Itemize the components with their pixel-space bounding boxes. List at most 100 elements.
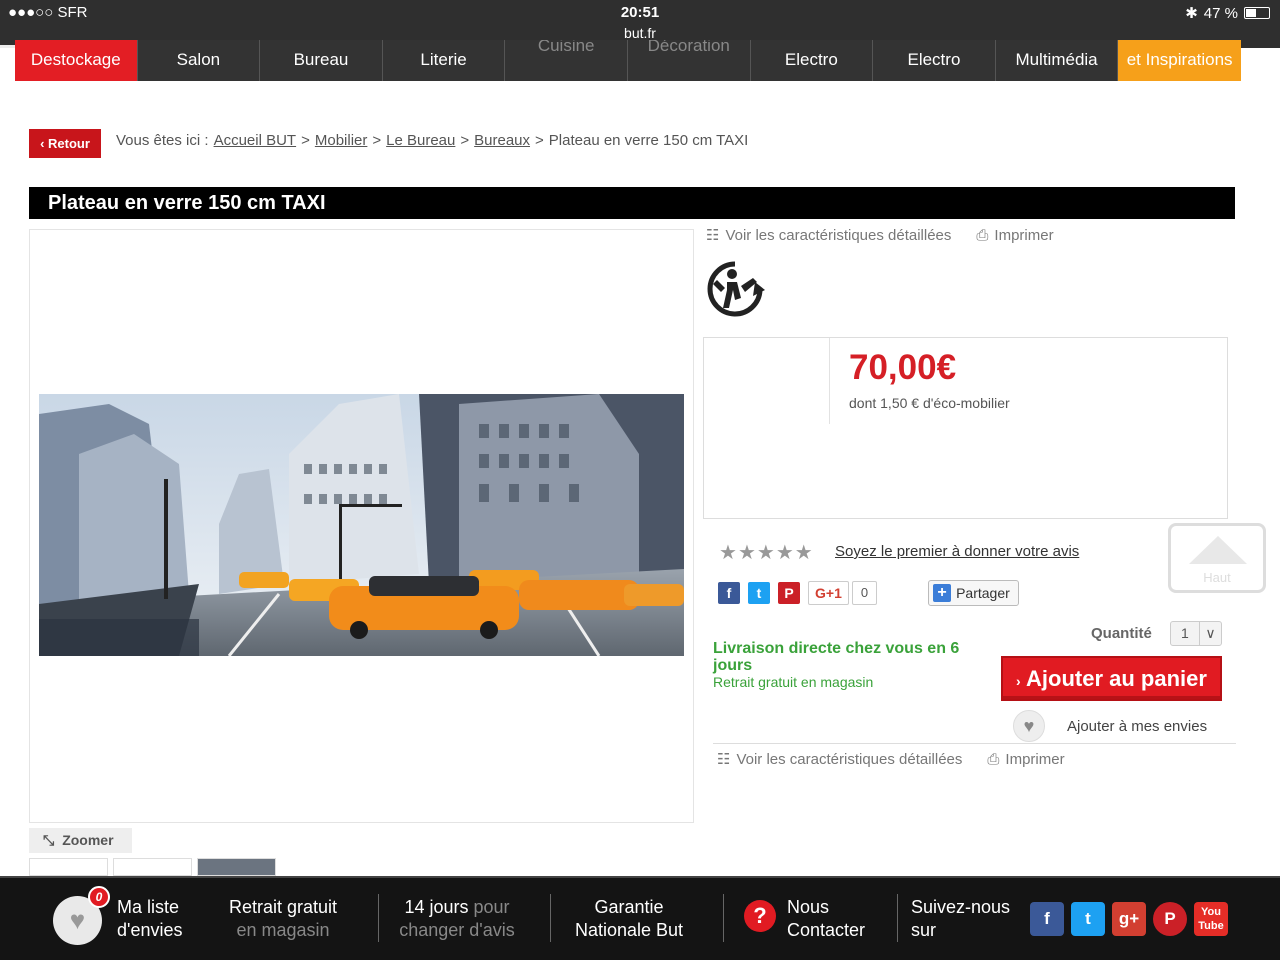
- product-price: 70,00€: [849, 348, 957, 387]
- youtube-icon[interactable]: You Tube: [1194, 902, 1228, 936]
- google-plus-count: 0: [851, 581, 878, 605]
- nav-item-electro[interactable]: Electro: [751, 40, 874, 81]
- footer-pickup[interactable]: Retrait gratuit en magasin: [222, 896, 344, 942]
- battery-indicator: ✱ 47 %: [1185, 4, 1270, 22]
- breadcrumb-separator: >: [372, 132, 382, 149]
- print-link[interactable]: ⎙ Imprimer: [987, 751, 1064, 768]
- zoom-button[interactable]: ⤡ Zoomer: [29, 828, 132, 853]
- back-button[interactable]: ‹ Retour: [29, 129, 101, 158]
- details-link[interactable]: ☷ Voir les caractéristiques détaillées: [706, 226, 952, 245]
- price-box: 70,00€ dont 1,50 € d'éco-mobilier: [703, 337, 1228, 519]
- footer-follow-line2: sur: [911, 920, 937, 940]
- write-review-link[interactable]: Soyez le premier à donner votre avis: [835, 543, 1079, 560]
- scroll-top-label: Haut: [1203, 570, 1231, 585]
- printer-icon: ⎙: [976, 226, 989, 244]
- footer-guarantee-line1: Garantie: [594, 897, 664, 917]
- footer-returns-line1: 14 jours: [404, 897, 469, 917]
- nav-item-bureau[interactable]: Bureau: [260, 40, 383, 81]
- footer-contact-line2: Contacter: [787, 920, 866, 940]
- divider: [713, 743, 1236, 744]
- heart-icon[interactable]: ♥: [1013, 710, 1045, 742]
- add-to-wishlist-link[interactable]: Ajouter à mes envies: [1067, 718, 1207, 735]
- nav-item-salon[interactable]: Salon: [138, 40, 261, 81]
- product-title: Plateau en verre 150 cm TAXI: [29, 187, 1235, 219]
- footer-divider: [723, 894, 724, 942]
- print-label: Imprimer: [994, 226, 1054, 244]
- share-label: Partager: [956, 585, 1010, 601]
- breadcrumb-separator: >: [301, 132, 310, 149]
- pinterest-icon[interactable]: P: [778, 582, 800, 604]
- footer-returns-line2: changer d'avis: [399, 920, 515, 940]
- main-nav: Destockage Salon Bureau Literie Cuisine …: [15, 40, 1241, 81]
- nav-item-multimedia[interactable]: Multimédia: [996, 40, 1119, 81]
- facebook-icon[interactable]: f: [718, 582, 740, 604]
- footer-contact-link[interactable]: Nous Contacter: [787, 896, 865, 942]
- details-link[interactable]: ☷ Voir les caractéristiques détaillées: [717, 750, 962, 769]
- zoom-label: Zoomer: [62, 832, 114, 848]
- share-button[interactable]: + Partager: [928, 580, 1019, 606]
- footer-bar: ♥ 0 Ma liste d'envies Retrait gratuit en…: [0, 876, 1280, 960]
- product-image[interactable]: [39, 394, 684, 656]
- star-icon: ★: [794, 542, 813, 564]
- nav-item-electro-2[interactable]: Electro: [873, 40, 996, 81]
- footer-wishlist-line2: d'envies: [117, 920, 183, 940]
- footer-guarantee[interactable]: Garantie Nationale But: [565, 896, 693, 942]
- arrow-up-icon: [1189, 536, 1247, 564]
- footer-follow: Suivez-nous sur: [911, 896, 1010, 942]
- nav-item-destockage[interactable]: Destockage: [15, 40, 138, 81]
- eco-fee: dont 1,50 € d'éco-mobilier: [849, 395, 1010, 411]
- thumbnail[interactable]: [197, 858, 276, 876]
- nav-item-cuisine[interactable]: Cuisine: [505, 40, 628, 81]
- footer-returns[interactable]: 14 jours pour changer d'avis: [390, 896, 524, 942]
- product-tools-top: ☷ Voir les caractéristiques détaillées ⎙…: [706, 226, 1054, 245]
- product-tools-bottom: ☷ Voir les caractéristiques détaillées ⎙…: [717, 750, 1065, 769]
- chevron-down-icon: ∨: [1199, 622, 1221, 645]
- print-label: Imprimer: [1005, 750, 1065, 768]
- footer-wishlist-line1: Ma liste: [117, 897, 180, 917]
- quantity-label: Quantité: [1091, 625, 1152, 642]
- twitter-icon[interactable]: t: [1071, 902, 1105, 936]
- thumbnail[interactable]: [29, 858, 108, 876]
- breadcrumb-link-home[interactable]: Accueil BUT: [214, 132, 297, 149]
- nav-item-decoration[interactable]: Décoration: [628, 40, 751, 81]
- quantity-select[interactable]: 1 ∨: [1170, 621, 1222, 646]
- footer-pickup-line2: en magasin: [236, 920, 330, 940]
- rating-stars: ★ ★ ★ ★ ★: [719, 540, 813, 565]
- details-label: Voir les caractéristiques détaillées: [725, 226, 952, 244]
- star-icon: ★: [756, 542, 775, 564]
- google-plus-icon[interactable]: g+: [1112, 902, 1146, 936]
- footer-wishlist-link[interactable]: Ma liste d'envies: [117, 896, 182, 942]
- star-icon: ★: [775, 542, 794, 564]
- scroll-top-button[interactable]: Haut: [1168, 523, 1266, 593]
- twitter-icon[interactable]: t: [748, 582, 770, 604]
- facebook-icon[interactable]: f: [1030, 902, 1064, 936]
- bluetooth-icon: ✱: [1185, 5, 1198, 22]
- add-to-cart-button[interactable]: › Ajouter au panier: [1001, 656, 1222, 701]
- zoom-icon: ⤡: [43, 832, 55, 848]
- battery-fill: [1246, 9, 1257, 17]
- url-bar[interactable]: but.fr: [0, 25, 1280, 41]
- footer-returns-line1b: pour: [473, 897, 510, 917]
- nav-item-literie[interactable]: Literie: [383, 40, 506, 81]
- thumbnail[interactable]: [113, 858, 192, 876]
- footer-pickup-line1: Retrait gratuit: [228, 897, 338, 917]
- footer-social-icons: f t g+ P You Tube: [1030, 902, 1228, 936]
- breadcrumb-current: Plateau en verre 150 cm TAXI: [548, 132, 749, 149]
- details-icon: ☷: [706, 227, 720, 244]
- price-box-divider: [829, 338, 830, 424]
- footer-guarantee-line2: Nationale But: [574, 920, 684, 940]
- pinterest-icon[interactable]: P: [1153, 902, 1187, 936]
- question-icon[interactable]: ?: [744, 900, 776, 932]
- nav-item-inspirations[interactable]: et Inspirations: [1118, 40, 1241, 81]
- footer-divider: [897, 894, 898, 942]
- quantity-value: 1: [1181, 625, 1189, 641]
- breadcrumb-separator: >: [535, 132, 544, 149]
- add-to-cart-label: Ajouter au panier: [1026, 666, 1207, 691]
- breadcrumb-link-bureaux[interactable]: Bureaux: [474, 132, 530, 149]
- star-icon: ★: [737, 542, 756, 564]
- wishlist-count-badge: 0: [88, 886, 110, 908]
- breadcrumb-link-le-bureau[interactable]: Le Bureau: [386, 132, 455, 149]
- print-link[interactable]: ⎙ Imprimer: [976, 227, 1053, 244]
- google-plus-button[interactable]: G+1: [808, 581, 849, 605]
- breadcrumb-link-mobilier[interactable]: Mobilier: [315, 132, 368, 149]
